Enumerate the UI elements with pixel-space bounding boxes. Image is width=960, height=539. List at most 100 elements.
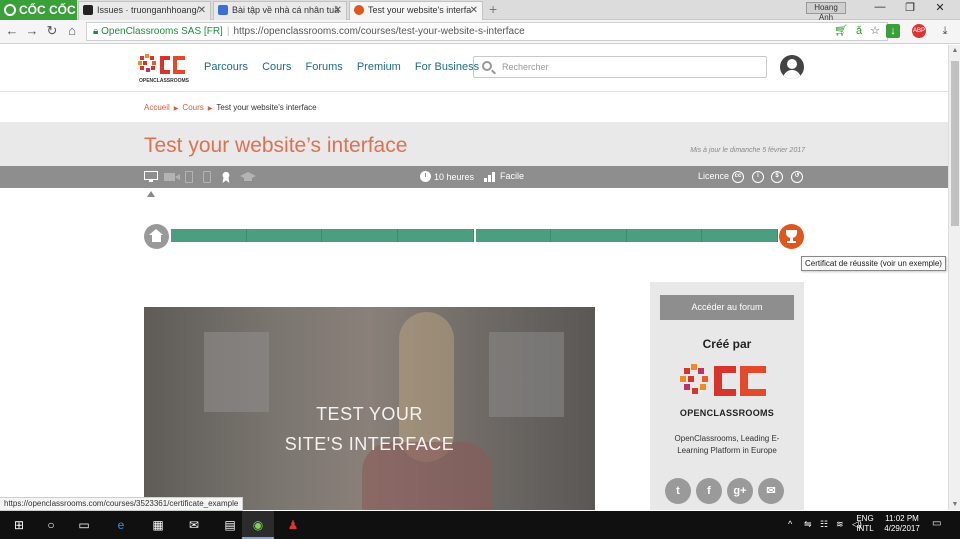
tab-github-issues[interactable]: Issues · truonganhhoang/ ✕ <box>78 1 211 20</box>
downloads-icon[interactable]: ⤓ <box>938 24 952 38</box>
breadcrumb-current: Test your website's interface <box>216 103 317 112</box>
google-plus-icon[interactable]: g+ <box>727 478 753 504</box>
nav-parcours[interactable]: Parcours <box>204 61 248 73</box>
home-button[interactable]: ⌂ <box>64 23 80 38</box>
clock-date: 4/29/2017 <box>884 524 920 533</box>
reload-button[interactable]: ↻ <box>44 23 60 39</box>
minimize-button[interactable]: — <box>868 1 892 13</box>
breadcrumb-accueil[interactable]: Accueil <box>144 103 170 112</box>
language-indicator[interactable]: ENG INTL <box>852 514 878 534</box>
openclassrooms-logo[interactable]: OPENCLASSROOMS <box>138 52 190 84</box>
coccoc-logo-icon <box>4 4 16 16</box>
forward-button[interactable]: → <box>24 23 40 38</box>
bookmark-star-icon[interactable]: ☆ <box>868 24 882 38</box>
video-title: TEST YOUR SITE'S INTERFACE <box>144 399 595 459</box>
course-home-button[interactable] <box>144 224 169 249</box>
main-navigation: Parcours Cours Forums Premium For Busine… <box>204 61 490 73</box>
clock[interactable]: 11:02 PM 4/29/2017 <box>880 514 924 534</box>
tray-app-icon[interactable]: ☷ <box>820 519 828 529</box>
coccoc-menu-button[interactable]: CỐC CỐC <box>0 0 77 20</box>
progress-segment <box>246 229 323 242</box>
clock-icon <box>420 171 431 182</box>
windows-taskbar: ⊞ ○ ▭ e ▦ ✉ ▤ ◉ ♟ ^ ⇋ ☷ ≋ ◁) ENG INTL 11… <box>0 511 960 539</box>
certificate-tooltip: Certificat de réussite (voir un exemple) <box>801 256 946 271</box>
mail-icon[interactable]: ✉ <box>185 516 203 534</box>
facebook-icon[interactable]: f <box>696 478 722 504</box>
cart-icon[interactable]: 🛒︎ <box>834 24 848 38</box>
scroll-thumb[interactable] <box>951 61 959 226</box>
close-window-button[interactable]: ✕ <box>928 1 952 14</box>
course-duration: 10 heures <box>420 171 474 182</box>
profile-chip[interactable]: Hoang Anh <box>806 2 846 22</box>
scroll-down-icon[interactable]: ▼ <box>949 501 960 508</box>
windows-start-icon[interactable]: ⊞ <box>10 516 28 534</box>
scroll-up-icon[interactable]: ▲ <box>949 47 960 54</box>
tray-chevron-icon[interactable]: ^ <box>788 519 792 529</box>
download-extension-icon[interactable]: ↓ <box>886 24 900 38</box>
email-icon[interactable]: ✉ <box>758 478 784 504</box>
created-by-heading: Créé par <box>702 337 752 351</box>
edge-icon[interactable]: e <box>112 516 130 534</box>
tab-openclassrooms[interactable]: Test your website's interfa ✕ <box>349 1 483 20</box>
last-updated: Mis à jour le dimanche 5 février 2017 <box>690 147 805 154</box>
attribution-icon[interactable]: i <box>752 171 764 183</box>
task-view-icon[interactable]: ▭ <box>75 516 93 534</box>
share-alike-icon[interactable]: ↺ <box>791 171 803 183</box>
course-progress-bar <box>171 229 778 242</box>
progress-segment <box>702 229 778 242</box>
close-tab-icon[interactable]: ✕ <box>470 2 478 19</box>
restore-button[interactable]: ❐ <box>898 1 922 14</box>
dictionary-icon[interactable]: ǎ <box>852 24 866 38</box>
action-center-icon[interactable]: ▭ <box>932 519 941 529</box>
twitter-icon[interactable]: t <box>665 478 691 504</box>
forum-button[interactable]: Accéder au forum <box>660 295 794 320</box>
breadcrumb-cours[interactable]: Cours <box>182 103 203 112</box>
section-pointer-icon <box>147 191 155 197</box>
certificate-trophy-button[interactable] <box>779 224 804 249</box>
video-title-line1: TEST YOUR <box>316 404 423 424</box>
file-explorer-icon[interactable]: ▤ <box>221 516 239 534</box>
brand-label: CỐC CỐC <box>19 3 76 17</box>
progress-segment <box>171 229 247 242</box>
nav-cours[interactable]: Cours <box>262 61 291 73</box>
github-icon <box>83 5 93 15</box>
certificate-icon <box>222 171 230 183</box>
monitor-icon <box>144 171 158 182</box>
progress-segment <box>551 229 627 242</box>
cortana-icon[interactable]: ○ <box>42 516 60 534</box>
search-input[interactable]: Rechercher <box>473 56 767 78</box>
wifi-icon[interactable]: ≋ <box>836 519 844 529</box>
openclassrooms-icon <box>354 5 364 15</box>
course-video[interactable]: TEST YOUR SITE'S INTERFACE <box>144 307 595 510</box>
new-tab-button[interactable]: + <box>489 1 497 17</box>
back-button[interactable]: ← <box>4 23 20 38</box>
cc-icon[interactable]: cc <box>732 171 744 183</box>
browser-toolbar: ← → ↻ ⌂ 🔒︎ OpenClassrooms SAS [FR] | https… <box>0 20 960 44</box>
noncommercial-icon[interactable]: $ <box>771 171 783 183</box>
clock-time: 11:02 PM <box>885 514 919 523</box>
breadcrumb-arrow-icon: ▶ <box>173 106 179 112</box>
url-text: https://openclassrooms.com/courses/test-… <box>233 26 525 37</box>
phone-icon <box>203 171 211 183</box>
nav-premium[interactable]: Premium <box>357 61 401 73</box>
coccoc-taskbar-icon[interactable]: ◉ <box>249 516 267 534</box>
nav-forums[interactable]: Forums <box>306 61 343 73</box>
store-icon[interactable]: ▦ <box>149 516 167 534</box>
close-tab-icon[interactable]: ✕ <box>334 2 342 19</box>
progress-segment <box>626 229 703 242</box>
tab-homework-doc[interactable]: Bài tập về nhà cá nhân tuầ ✕ <box>213 1 347 20</box>
browser-status-bar: https://openclassrooms.com/courses/35233… <box>0 497 244 511</box>
close-tab-icon[interactable]: ✕ <box>198 2 206 19</box>
tray-network-share-icon[interactable]: ⇋ <box>804 519 812 529</box>
site-header: OPENCLASSROOMS Parcours Cours Forums Pre… <box>0 45 948 92</box>
address-bar[interactable]: 🔒︎ OpenClassrooms SAS [FR] | https://openc… <box>86 22 888 41</box>
duration-value: 10 heures <box>434 172 475 182</box>
page-scrollbar[interactable]: ▲ ▼ <box>948 45 960 510</box>
adblock-icon[interactable]: ABP <box>912 24 926 38</box>
openclassrooms-author-logo[interactable] <box>680 362 775 402</box>
avatar[interactable] <box>780 55 804 79</box>
nav-for-business[interactable]: For Business <box>415 61 479 73</box>
author-logo-text: OPENCLASSROOMS <box>679 408 775 418</box>
lang-line1: ENG <box>856 514 874 523</box>
app-taskbar-icon[interactable]: ♟ <box>284 516 302 534</box>
